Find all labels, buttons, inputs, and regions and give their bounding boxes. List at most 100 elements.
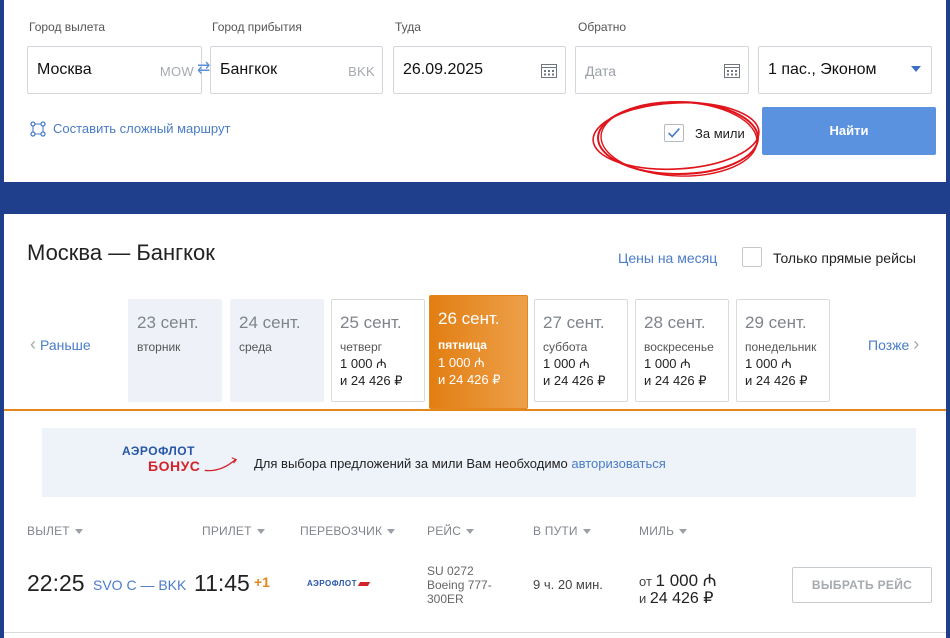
date-tab-weekday: пятница	[438, 338, 487, 352]
bonus-message: Для выбора предложений за мили Вам необх…	[254, 456, 666, 471]
arrival-time: 11:45	[194, 570, 250, 596]
miles-prefix: от	[639, 574, 656, 589]
departure-time: 22:25	[27, 570, 85, 596]
checkmark-icon	[668, 128, 680, 138]
rub-prefix: и	[639, 591, 650, 606]
date-tab[interactable]: 24 сент. среда	[230, 299, 324, 402]
results-panel: Москва — Бангкок Цены на месяц Только пр…	[4, 214, 946, 638]
divider	[4, 409, 946, 411]
date-tab-weekday: вторник	[137, 340, 181, 354]
date-tab-weekday: четверг	[340, 340, 382, 354]
carrier-logo: АЭРОФЛОТ	[307, 579, 369, 588]
aeroflot-bonus-logo: АЭРОФЛОТ БОНУС	[118, 442, 238, 482]
date-tab-date: 26 сент.	[438, 309, 500, 328]
direct-only-checkbox[interactable]	[742, 247, 762, 267]
swoosh-icon	[204, 457, 238, 472]
column-header-flight[interactable]: РЕЙС	[427, 524, 474, 538]
chevron-right-icon: ›	[913, 334, 920, 354]
date-tab[interactable]: 23 сент. вторник	[128, 299, 222, 402]
depart-field[interactable]: 26.09.2025	[393, 46, 566, 94]
column-header-departure[interactable]: ВЫЛЕТ	[27, 524, 83, 538]
bonus-banner: АЭРОФЛОТ БОНУС Для выбора предложений за…	[42, 428, 916, 497]
chevron-down-icon	[911, 66, 921, 72]
date-tab[interactable]: 29 сент. понедельник 1 000 ₼ и 24 426 ₽	[736, 299, 830, 402]
date-tab-miles: 1 000 ₼	[438, 355, 485, 370]
date-tab-rub: и 24 426 ₽	[644, 373, 707, 388]
date-tab-weekday: воскресенье	[644, 340, 714, 354]
route-codes[interactable]: SVO C — BKK	[93, 577, 186, 593]
date-tab-date: 23 сент.	[137, 313, 199, 332]
flight-duration: 9 ч. 20 мин.	[533, 577, 603, 592]
login-link[interactable]: авторизоваться	[571, 456, 665, 471]
date-tab-miles: 1 000 ₼	[340, 356, 387, 371]
column-header-duration[interactable]: В ПУТИ	[533, 524, 591, 538]
month-prices-link[interactable]: Цены на месяц	[618, 250, 717, 266]
aircraft-line2: 300ER	[427, 592, 464, 606]
chevron-left-icon: ‹	[30, 334, 36, 354]
select-flight-button[interactable]: ВЫБРАТЬ РЕЙС	[792, 567, 932, 603]
date-tab-miles: 1 000 ₼	[543, 356, 590, 371]
prev-label: Раньше	[40, 337, 91, 353]
from-field[interactable]: Москва MOW	[27, 46, 202, 94]
return-placeholder: Дата	[585, 63, 617, 79]
calendar-icon[interactable]	[724, 63, 740, 78]
date-tab[interactable]: 25 сент. четверг 1 000 ₼ и 24 426 ₽	[331, 299, 425, 402]
date-tab-weekday: понедельник	[745, 340, 817, 354]
date-tab-miles: 1 000 ₼	[644, 356, 691, 371]
date-tab[interactable]: 28 сент. воскресенье 1 000 ₼ и 24 426 ₽	[635, 299, 729, 402]
from-value: Москва	[37, 61, 92, 78]
complex-route-link[interactable]: Составить сложный маршрут	[30, 121, 230, 136]
flight-info: SU 0272 Boeing 777- 300ER	[427, 564, 492, 606]
depart-value: 26.09.2025	[403, 61, 484, 78]
next-label: Позже	[868, 337, 910, 353]
to-value: Бангкок	[220, 61, 278, 78]
rub-price: и 24 426 ₽	[639, 588, 713, 608]
search-panel: Город вылета Москва MOW ⇄ Город прибытия…	[4, 0, 946, 182]
bonus-logo-top: АЭРОФЛОТ	[122, 444, 195, 458]
flight-number: SU 0272	[427, 564, 474, 578]
miles-checkbox[interactable]	[664, 124, 684, 142]
date-tab-selected[interactable]: 26 сент. пятница 1 000 ₼ и 24 426 ₽	[429, 295, 528, 409]
route-icon	[30, 121, 46, 137]
calendar-icon[interactable]	[541, 63, 557, 78]
rub-value: 24 426 ₽	[649, 590, 714, 607]
from-code: MOW	[159, 64, 194, 79]
date-tab-weekday: суббота	[543, 340, 588, 354]
direct-only-label: Только прямые рейсы	[773, 250, 916, 266]
column-header-arrival[interactable]: ПРИЛЕТ	[202, 524, 265, 538]
date-tab-miles: 1 000 ₼	[745, 356, 792, 371]
passengers-select[interactable]: 1 пас., Эконом	[758, 46, 932, 94]
passengers-value: 1 пас., Эконом	[768, 61, 877, 78]
date-tab-date: 25 сент.	[340, 313, 402, 332]
depart-label: Туда	[395, 20, 421, 34]
aircraft-line1: Boeing 777-	[427, 578, 492, 592]
return-field[interactable]: Дата	[575, 46, 749, 94]
prev-dates-button[interactable]: ‹ Раньше	[30, 334, 91, 355]
find-button[interactable]: Найти	[762, 107, 936, 155]
next-dates-button[interactable]: Позже ›	[868, 334, 919, 355]
date-tab[interactable]: 27 сент. суббота 1 000 ₼ и 24 426 ₽	[534, 299, 628, 402]
date-tab-date: 24 сент.	[239, 313, 301, 332]
to-label: Город прибытия	[212, 20, 302, 34]
swap-icon[interactable]: ⇄	[197, 58, 210, 78]
miles-label: За мили	[695, 126, 745, 141]
date-tab-date: 28 сент.	[644, 313, 706, 332]
to-field[interactable]: Бангкок BKK	[210, 46, 383, 94]
return-label: Обратно	[578, 20, 627, 34]
bonus-text: Для выбора предложений за мили Вам необх…	[254, 456, 572, 471]
to-code: BKK	[348, 64, 375, 79]
date-tab-weekday: среда	[239, 340, 272, 354]
row-divider	[4, 632, 946, 633]
bonus-logo-bottom: БОНУС	[148, 458, 201, 474]
route-title: Москва — Бангкок	[27, 240, 215, 265]
date-tab-rub: и 24 426 ₽	[340, 373, 403, 388]
date-tab-date: 29 сент.	[745, 313, 807, 332]
date-tab-date: 27 сент.	[543, 313, 605, 332]
date-tab-rub: и 24 426 ₽	[745, 373, 808, 388]
complex-route-label: Составить сложный маршрут	[53, 121, 231, 136]
from-label: Город вылета	[29, 20, 106, 34]
column-header-carrier[interactable]: ПЕРЕВОЗЧИК	[300, 524, 395, 538]
column-header-miles[interactable]: МИЛЬ	[639, 524, 687, 538]
date-tab-rub: и 24 426 ₽	[543, 373, 606, 388]
next-day-badge: +1	[254, 574, 270, 590]
